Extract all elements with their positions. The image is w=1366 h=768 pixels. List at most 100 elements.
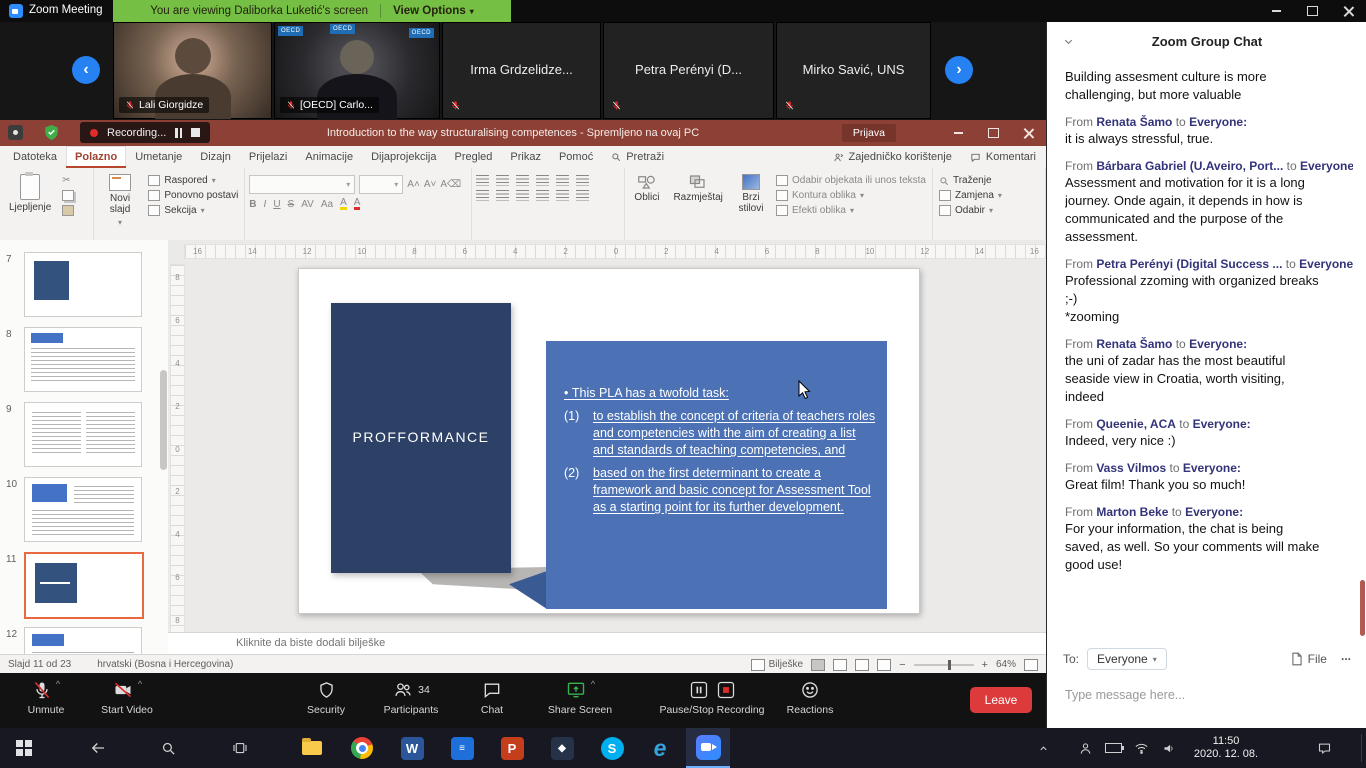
wifi-icon[interactable] (1128, 728, 1154, 768)
tray-expand-chevron-icon[interactable] (1030, 728, 1056, 768)
select-button[interactable]: Odabir▾ (937, 205, 1004, 216)
shape-outline-button[interactable]: Kontura oblika▾ (774, 190, 928, 201)
smartart-icon[interactable] (576, 190, 589, 201)
video-tile[interactable]: Petra Perényi (D... (603, 22, 774, 119)
replace-button[interactable]: Zamjena▾ (937, 190, 1004, 201)
video-tile[interactable]: OECD OECD OECD [OECD] Carlo... (274, 22, 440, 119)
slide-thumbnail-9[interactable]: 9 (0, 402, 168, 469)
grow-font-icon[interactable]: A˄ (407, 179, 420, 190)
ppt-close-button[interactable] (1011, 120, 1046, 146)
thumbnail-scrollbar[interactable] (160, 370, 167, 470)
more-options-button[interactable]: ... (1335, 649, 1357, 669)
zoom-slider[interactable] (914, 664, 974, 666)
comments-button[interactable]: Komentari (962, 149, 1044, 165)
zoom-in-button[interactable]: + (982, 659, 988, 671)
numbering-icon[interactable] (496, 175, 509, 186)
slide-brand-box[interactable]: PROFFORMANCE (331, 303, 511, 573)
maximize-button[interactable] (1294, 0, 1330, 22)
powerpoint-icon[interactable]: P (490, 728, 534, 768)
chat-message-input[interactable] (1047, 680, 1366, 710)
chat-button[interactable]: Chat (460, 678, 524, 716)
tab-datoteka[interactable]: Datoteka (4, 146, 66, 168)
highlight-color-button[interactable]: A (340, 198, 347, 210)
leave-meeting-button[interactable]: Leave (970, 687, 1032, 713)
slide-thumbnail-12[interactable]: 12 (0, 627, 168, 654)
shape-effects-button[interactable]: Efekti oblika▾ (774, 205, 928, 216)
decrease-indent-icon[interactable] (516, 175, 529, 186)
word-icon[interactable]: W (390, 728, 434, 768)
font-color-button[interactable]: A (354, 198, 361, 210)
slide-thumbnail-8[interactable]: 8 (0, 327, 168, 394)
notes-toggle-button[interactable]: Bilješke (751, 659, 803, 671)
align-center-icon[interactable] (496, 190, 509, 201)
select-objects-button[interactable]: Odabir objekata ili unos teksta (774, 175, 928, 186)
bullets-icon[interactable] (476, 175, 489, 186)
clear-formatting-icon[interactable]: A⌫ (440, 179, 461, 190)
video-tile[interactable]: Irma Grdzelidze... (442, 22, 601, 119)
language-indicator[interactable]: hrvatski (Bosna i Hercegovina) (97, 659, 233, 670)
scroll-left-button[interactable]: ‹ (72, 56, 100, 84)
scroll-right-button[interactable]: › (945, 56, 973, 84)
edge-icon[interactable]: e (638, 728, 682, 768)
chrome-icon[interactable] (340, 728, 384, 768)
tab-prijelazi[interactable]: Prijelazi (240, 146, 297, 168)
share-presentation-button[interactable]: Zajedničko korištenje (825, 149, 960, 165)
start-button[interactable] (2, 728, 46, 768)
cut-button[interactable]: ✂ (60, 175, 76, 186)
italic-button[interactable]: I (264, 199, 267, 210)
shrink-font-icon[interactable]: A˅ (424, 179, 437, 190)
columns-icon[interactable] (556, 190, 569, 201)
security-button[interactable]: Security (288, 678, 364, 716)
zoom-slider-thumb[interactable] (948, 660, 951, 670)
task-view-button[interactable] (218, 728, 262, 768)
chevron-up-icon[interactable]: ^ (138, 679, 142, 690)
taskbar-search-button[interactable] (146, 728, 190, 768)
back-arrow-icon[interactable] (76, 728, 120, 768)
battery-icon[interactable] (1100, 728, 1126, 768)
ppt-restore-button[interactable] (976, 120, 1011, 146)
share-screen-button[interactable]: ^ Share Screen (528, 678, 632, 716)
annotation-tool-icon[interactable] (8, 125, 23, 140)
tab-dijaprojekcija[interactable]: Dijaprojekcija (362, 146, 445, 168)
shapes-button[interactable]: Oblici (629, 172, 664, 244)
chevron-up-icon[interactable]: ^ (56, 679, 60, 690)
show-desktop-button[interactable] (1361, 734, 1362, 762)
section-button[interactable]: Sekcija▾ (146, 205, 240, 216)
zoom-level[interactable]: 64% (996, 659, 1016, 670)
pause-stop-recording-button[interactable]: Pause/Stop Recording (636, 678, 788, 716)
tab-pomoc[interactable]: Pomoć (550, 146, 602, 168)
tab-pregled[interactable]: Pregled (445, 146, 501, 168)
bold-button[interactable]: B (249, 199, 256, 210)
close-button[interactable] (1330, 0, 1366, 22)
quick-styles-button[interactable]: Brzi stilovi (732, 172, 770, 244)
video-tile[interactable]: Lali Giorgidze (113, 22, 272, 119)
slide-sorter-view-button[interactable] (833, 659, 847, 671)
pause-recording-icon[interactable] (689, 680, 709, 700)
stop-recording-icon[interactable] (191, 128, 200, 137)
minimize-button[interactable] (1258, 0, 1294, 22)
slideshow-button[interactable] (877, 659, 891, 671)
slide-thumbnail-7[interactable]: 7 (0, 252, 168, 319)
copy-button[interactable] (60, 190, 76, 201)
skype-icon[interactable]: S (590, 728, 634, 768)
video-tile[interactable]: Mirko Savić, UNS (776, 22, 931, 119)
normal-view-button[interactable] (811, 659, 825, 671)
reset-button[interactable]: Ponovno postavi (146, 190, 240, 201)
chat-message-list[interactable]: Building assesment culture is more chall… (1065, 62, 1353, 640)
find-button[interactable]: Traženje (937, 175, 1004, 186)
format-painter-button[interactable] (60, 205, 76, 216)
volume-icon[interactable] (1156, 728, 1182, 768)
reactions-button[interactable]: Reactions (772, 678, 848, 716)
paste-button[interactable]: Ljepljenje (4, 172, 56, 244)
increase-indent-icon[interactable] (536, 175, 549, 186)
start-video-button[interactable]: ^ Start Video (84, 678, 170, 716)
arrange-button[interactable]: Razmještaj (668, 172, 727, 244)
font-name-select[interactable]: ▾ (249, 175, 355, 194)
text-direction-icon[interactable] (576, 175, 589, 186)
chat-scrollbar[interactable] (1360, 580, 1365, 636)
tab-polazno[interactable]: Polazno (66, 146, 126, 168)
view-options-button[interactable]: View Options ▾ (393, 5, 474, 17)
tab-animacije[interactable]: Animacije (296, 146, 362, 168)
layout-button[interactable]: Raspored▾ (146, 175, 240, 186)
pause-recording-icon[interactable] (175, 128, 182, 138)
